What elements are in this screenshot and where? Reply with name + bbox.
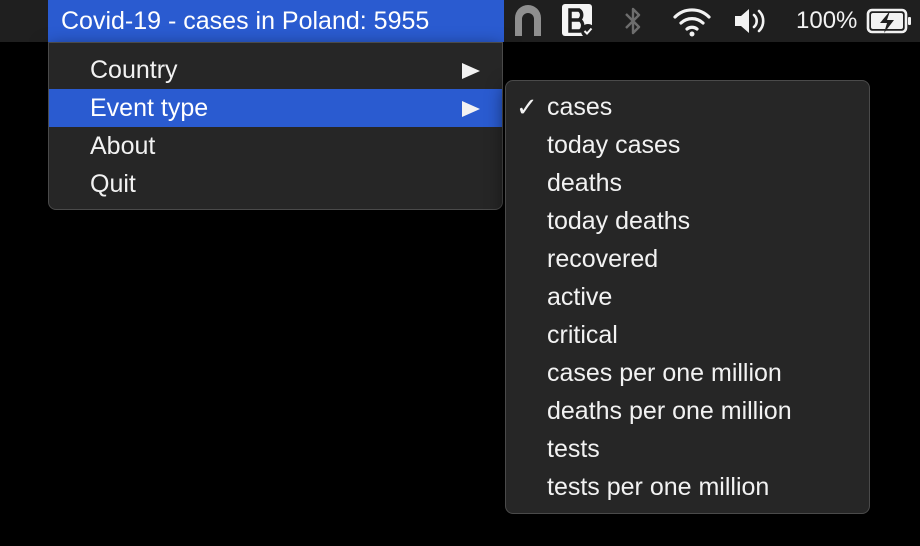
battery-percent[interactable]: 100% bbox=[796, 0, 857, 42]
volume-icon[interactable] bbox=[732, 0, 770, 42]
arch-icon[interactable] bbox=[510, 0, 546, 42]
covid-status-item[interactable]: Covid-19 - cases in Poland: 5955 bbox=[48, 0, 504, 42]
submenu-item-cases[interactable]: ✓ cases bbox=[506, 88, 869, 126]
submenu-item-deaths-per-one-million[interactable]: deaths per one million bbox=[506, 392, 869, 430]
submenu-item-recovered[interactable]: recovered bbox=[506, 240, 869, 278]
submenu-item-cases-per-one-million[interactable]: cases per one million bbox=[506, 354, 869, 392]
battery-charging-icon[interactable] bbox=[866, 0, 914, 42]
submenu-item-label: cases per one million bbox=[547, 358, 782, 387]
menu-item-quit[interactable]: Quit bbox=[49, 165, 502, 203]
submenu-item-label: cases bbox=[547, 92, 613, 121]
submenu-item-today-cases[interactable]: today cases bbox=[506, 126, 869, 164]
menu-item-label: About bbox=[90, 131, 156, 160]
submenu-item-label: critical bbox=[547, 320, 618, 349]
wifi-icon[interactable] bbox=[672, 0, 712, 42]
status-item-title: Covid-19 - cases in Poland: 5955 bbox=[61, 6, 430, 35]
main-menu: Country Event type About Quit bbox=[48, 42, 503, 210]
submenu-item-label: tests bbox=[547, 434, 600, 463]
submenu-item-active[interactable]: active bbox=[506, 278, 869, 316]
event-type-submenu: ✓ cases today cases deaths today deaths … bbox=[505, 80, 870, 514]
submenu-item-deaths[interactable]: deaths bbox=[506, 164, 869, 202]
submenu-arrow-icon bbox=[462, 63, 480, 79]
menu-item-event-type[interactable]: Event type bbox=[49, 89, 502, 127]
submenu-item-label: deaths bbox=[547, 168, 623, 197]
bluetooth-icon[interactable] bbox=[622, 0, 644, 42]
submenu-item-label: active bbox=[547, 282, 613, 311]
submenu-item-today-deaths[interactable]: today deaths bbox=[506, 202, 869, 240]
screen: Covid-19 - cases in Poland: 5955 100% Co… bbox=[0, 0, 920, 546]
submenu-arrow-icon bbox=[462, 101, 480, 117]
checkmark-icon: ✓ bbox=[516, 91, 538, 122]
submenu-item-tests[interactable]: tests bbox=[506, 430, 869, 468]
submenu-item-label: today deaths bbox=[547, 206, 691, 235]
menu-item-country[interactable]: Country bbox=[49, 51, 502, 89]
submenu-item-tests-per-one-million[interactable]: tests per one million bbox=[506, 468, 869, 506]
menu-bar: Covid-19 - cases in Poland: 5955 100% bbox=[0, 0, 920, 42]
submenu-item-label: today cases bbox=[547, 130, 681, 159]
submenu-item-label: recovered bbox=[547, 244, 659, 273]
menu-item-label: Event type bbox=[90, 93, 209, 122]
menu-item-about[interactable]: About bbox=[49, 127, 502, 165]
bartender-icon[interactable] bbox=[560, 0, 598, 42]
submenu-item-label: tests per one million bbox=[547, 472, 770, 501]
menu-item-label: Country bbox=[90, 55, 178, 84]
submenu-item-label: deaths per one million bbox=[547, 396, 792, 425]
submenu-item-critical[interactable]: critical bbox=[506, 316, 869, 354]
menu-item-label: Quit bbox=[90, 169, 136, 198]
